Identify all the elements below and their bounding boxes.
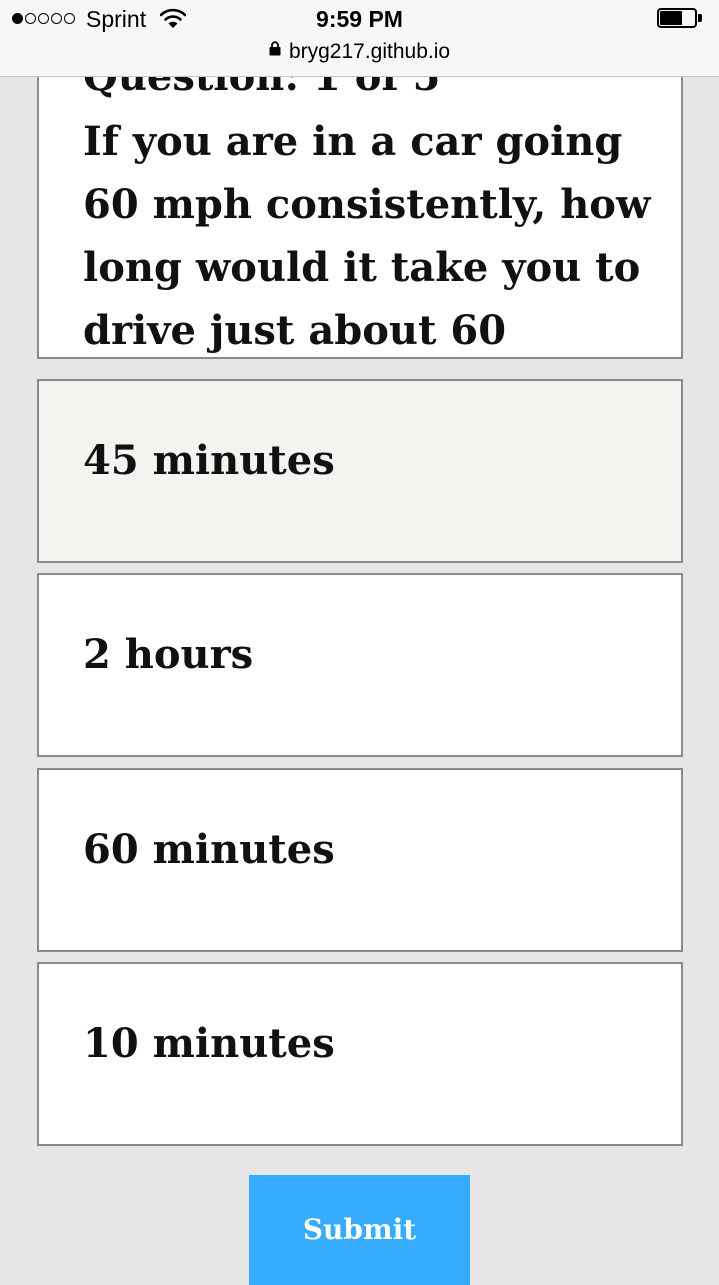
answer-option-45-minutes[interactable]: 45 minutes [37,379,683,563]
answer-label: 2 hours [83,631,254,678]
address-bar[interactable]: bryg217.github.io [0,40,719,64]
answer-option-60-minutes[interactable]: 60 minutes [37,768,683,952]
answer-label: 60 minutes [83,826,335,873]
question-text: If you are in a car going 60 mph consist… [83,118,651,354]
answer-option-2-hours[interactable]: 2 hours [37,573,683,757]
answer-label: 10 minutes [83,1020,335,1067]
battery-icon [657,8,703,30]
lock-icon [269,38,281,62]
clock: 9:59 PM [316,6,403,32]
answer-option-10-minutes[interactable]: 10 minutes [37,962,683,1146]
status-bar: Sprint 9:59 PM bryg217.github.io [0,0,719,77]
submit-button[interactable]: Submit [249,1175,470,1285]
answer-label: 45 minutes [83,437,335,484]
question-card: Question: 1 of 5 If you are in a car goi… [37,40,683,359]
url-text: bryg217.github.io [288,40,451,63]
